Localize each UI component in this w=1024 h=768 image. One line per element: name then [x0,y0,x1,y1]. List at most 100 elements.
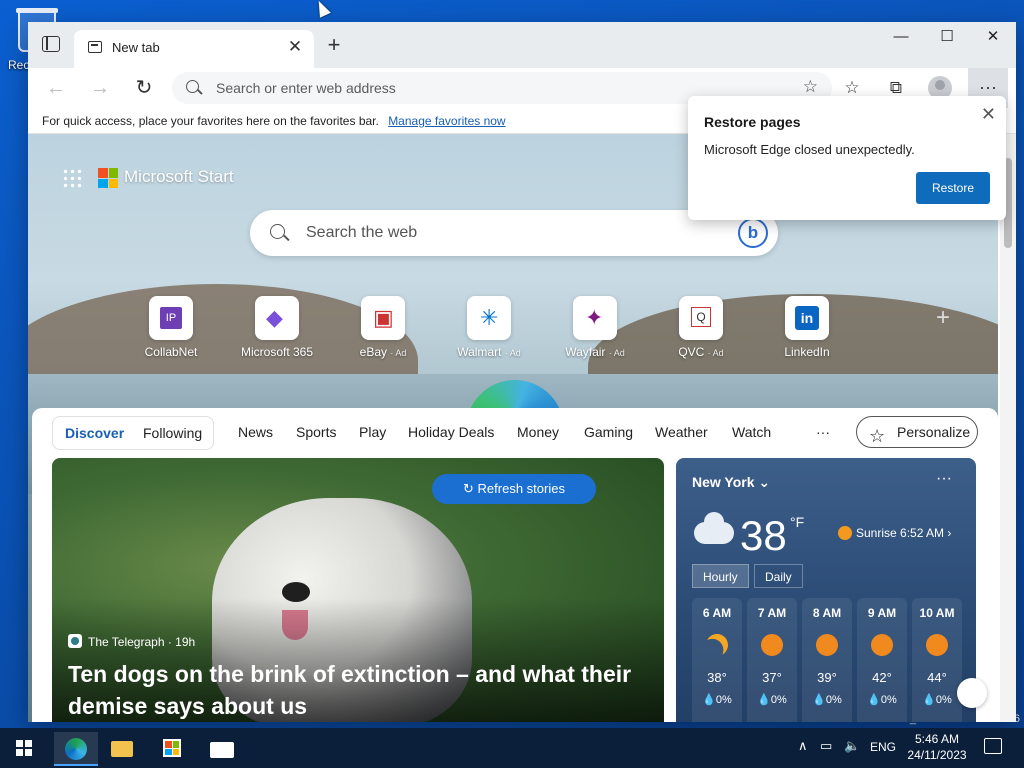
tab-actions-icon[interactable] [42,36,60,52]
forecast-temp: 39° [817,670,837,685]
add-quick-link-icon[interactable]: + [936,304,950,332]
tab-following[interactable]: Following [143,425,202,441]
quick-link-label: eBay [359,345,387,359]
sunrise-info[interactable]: Sunrise 6:52 AM › [838,526,951,540]
quick-link-ebay[interactable]: ▣ eBay · Ad [328,296,438,359]
story-source-label: The Telegraph · 19h [88,635,196,649]
mail-icon [210,742,234,758]
forward-icon[interactable]: → [86,76,114,100]
favorites-bar-text: For quick access, place your favorites h… [42,114,379,128]
wayfair-icon: ✦ [585,305,604,330]
volume-icon[interactable]: 🔈 [844,738,860,754]
forecast-time: 9 AM [867,606,897,620]
language-indicator[interactable]: ENG [870,740,896,754]
close-icon[interactable]: ✕ [981,104,996,125]
taskbar-file-explorer[interactable] [100,732,144,766]
quick-link-microsoft-365[interactable]: ◆ Microsoft 365 [222,296,332,359]
tab-sports[interactable]: Sports [296,424,336,440]
app-launcher-icon[interactable] [62,168,82,188]
taskbar-store[interactable] [150,732,194,766]
taskbar-edge[interactable] [54,732,98,766]
network-icon[interactable]: ▭ [820,738,832,754]
feed-more-icon[interactable]: ··· [816,424,830,440]
weather-location[interactable]: New York ⌄ [692,474,770,491]
forecast-precip: 💧0% [757,694,787,706]
close-window-button[interactable]: ✕ [970,22,1016,52]
quick-link-collabnet[interactable]: IP CollabNet [116,296,226,359]
tab-favicon-icon [88,41,102,53]
tab-money[interactable]: Money [517,424,559,440]
tab-watch[interactable]: Watch [732,424,771,440]
address-placeholder: Search or enter web address [216,80,396,96]
clock[interactable]: 5:46 AM 24/11/2023 [904,731,970,763]
forecast-precip: 💧0% [702,694,732,706]
story-headline[interactable]: Ten dogs on the brink of extinction – an… [68,658,648,722]
taskbar: ∧ ▭ 🔈 ENG 5:46 AM 24/11/2023 [0,728,1024,768]
notifications-icon[interactable] [984,738,1002,754]
tab-play[interactable]: Play [359,424,386,440]
forecast-time: 7 AM [757,606,787,620]
forecast-hour: 7 AM 37° 💧0% [747,598,797,722]
qvc-icon: Q [691,307,711,327]
tab-holiday-deals[interactable]: Holiday Deals [408,424,494,440]
quick-link-label: CollabNet [144,345,198,359]
weather-more-icon[interactable]: ··· [936,470,952,488]
current-temperature: 38 [740,512,787,559]
sparkle-icon: ☆ [869,426,886,446]
forecast-temp: 42° [872,670,892,685]
clock-date: 24/11/2023 [907,748,967,762]
feedback-icon[interactable] [957,678,987,708]
tab-hourly[interactable]: Hourly [692,564,749,588]
start-page: Microsoft Start Search the web b IP Coll… [28,134,998,722]
brand-name[interactable]: Microsoft Start [124,167,234,187]
forecast-precip: 💧0% [812,694,842,706]
tab-discover[interactable]: Discover [65,425,124,441]
taskbar-mail[interactable] [200,732,244,766]
microsoft-365-icon: ◆ [266,305,283,330]
quick-link-wayfair[interactable]: ✦ Wayfair · Ad [540,296,650,359]
forecast-hour: 8 AM 39° 💧0% [802,598,852,722]
new-tab-button[interactable]: + [320,32,348,58]
hero-story-card[interactable]: ↻ Refresh stories The Telegraph · 19h Te… [52,458,664,722]
show-hidden-icons[interactable]: ∧ [798,738,808,754]
manage-favorites-link[interactable]: Manage favorites now [388,114,505,128]
quick-link-linkedin[interactable]: in LinkedIn [752,296,862,359]
page-scrollbar[interactable] [1000,134,1016,722]
refresh-stories-button[interactable]: ↻ Refresh stories [432,474,596,504]
quick-link-qvc[interactable]: Q QVC · Ad [646,296,756,359]
sun-icon [761,634,783,656]
ad-badge: · Ad [707,348,724,358]
moon-icon [703,631,731,659]
weather-card[interactable]: New York ⌄ ··· 38 °F Sunrise 6:52 AM › H… [676,458,976,722]
windows-start-icon[interactable] [16,740,32,756]
mouse-cursor-icon [313,0,331,18]
back-icon[interactable]: ← [42,76,70,100]
folder-icon [111,741,133,757]
personalize-button[interactable]: ☆ Personalize [856,416,978,448]
ad-badge: · Ad [504,348,521,358]
ad-badge: · Ad [390,348,407,358]
forecast-temp: 37° [762,670,782,685]
maximize-button[interactable]: ☐ [924,22,970,52]
web-search-placeholder: Search the web [306,224,418,241]
temperature-unit[interactable]: °F [790,514,804,530]
restore-button[interactable]: Restore [916,172,990,204]
minimize-button[interactable]: — [878,22,924,52]
microsoft-logo-icon [98,168,118,188]
add-favorite-icon[interactable]: ☆ [803,77,818,97]
tab-gaming[interactable]: Gaming [584,424,633,440]
tab-new-tab[interactable]: New tab ✕ [74,30,314,68]
tab-daily[interactable]: Daily [754,564,803,588]
quick-link-label: Wayfair [565,345,606,359]
personalize-label: Personalize [897,424,971,440]
popup-message: Microsoft Edge closed unexpectedly. [704,142,915,157]
tab-weather[interactable]: Weather [655,424,708,440]
tab-title: New tab [112,40,160,55]
bing-chat-icon[interactable]: b [738,218,768,248]
tab-close-icon[interactable]: ✕ [286,37,304,57]
linkedin-icon: in [795,306,819,330]
news-feed: Discover Following News Sports Play Holi… [32,408,998,722]
refresh-icon[interactable]: ↻ [130,76,158,100]
quick-link-walmart[interactable]: ✳ Walmart · Ad [434,296,544,359]
tab-news[interactable]: News [238,424,273,440]
